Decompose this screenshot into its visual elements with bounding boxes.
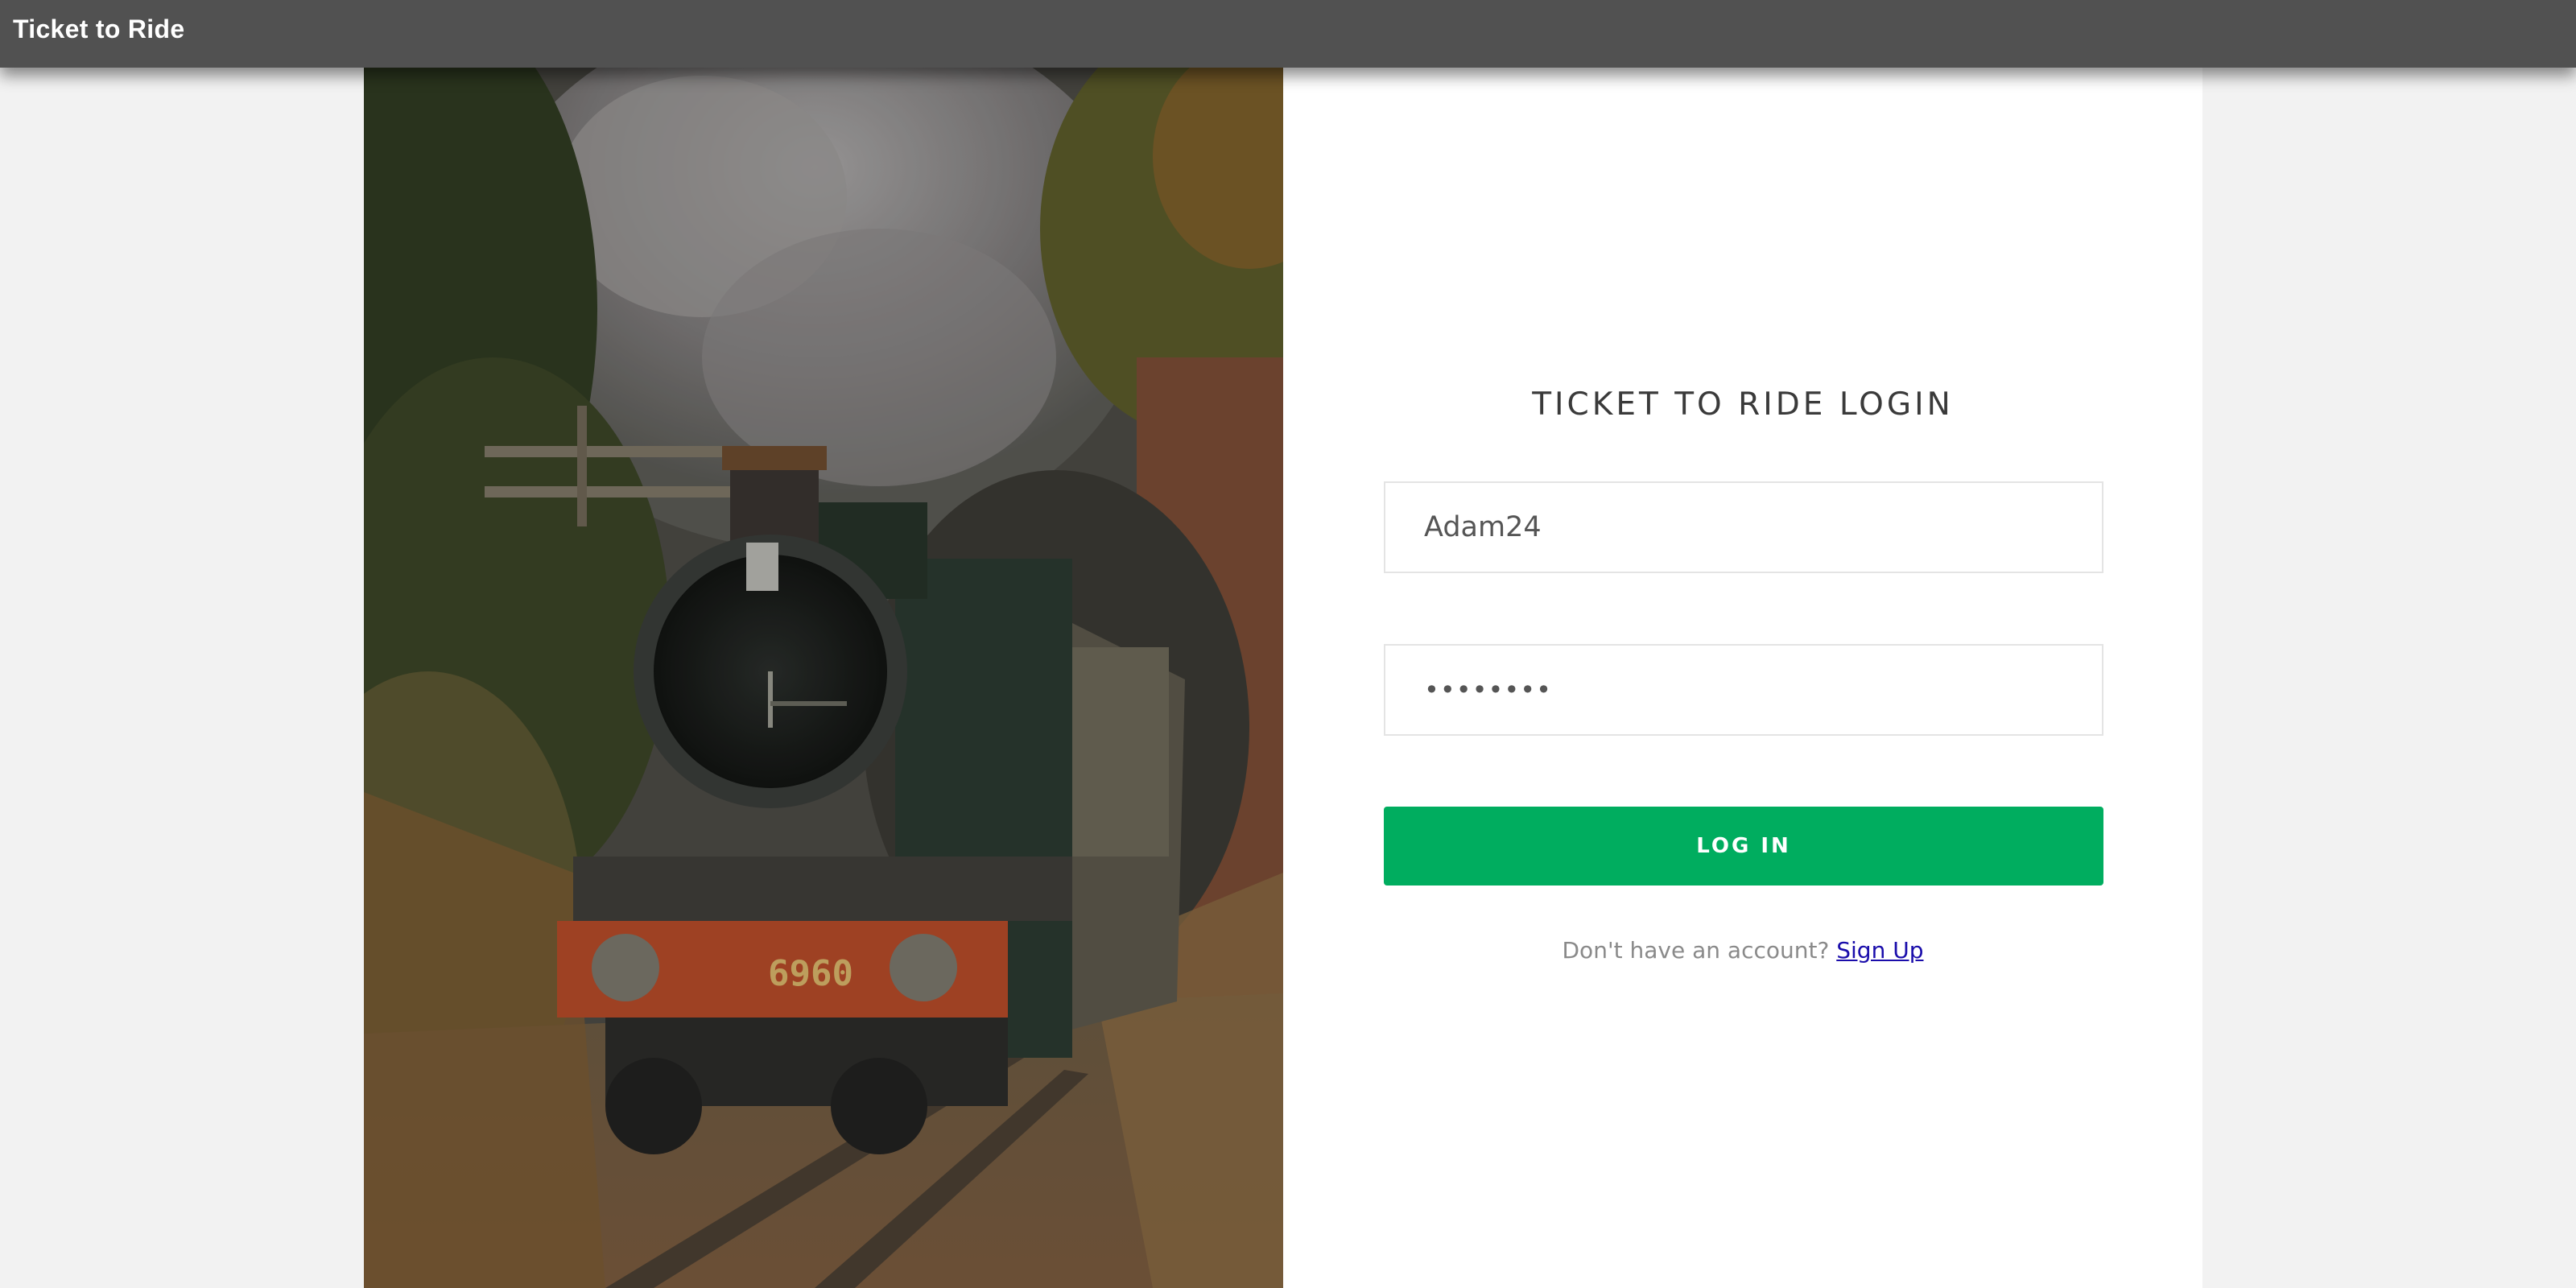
login-card: 6960 TICKET TO RIDE LOGIN LOG IN Don't h… xyxy=(364,68,2202,1288)
username-input[interactable] xyxy=(1384,481,2103,573)
login-button[interactable]: LOG IN xyxy=(1384,807,2103,886)
signup-link[interactable]: Sign Up xyxy=(1836,937,1923,964)
login-heading: TICKET TO RIDE LOGIN xyxy=(1532,386,1954,423)
steam-train-photo: 6960 xyxy=(364,68,1283,1288)
signup-prompt: Don't have an account? xyxy=(1562,937,1830,964)
app-title[interactable]: Ticket to Ride xyxy=(13,14,184,44)
signup-row: Don't have an account? Sign Up xyxy=(1283,937,2202,964)
password-input[interactable] xyxy=(1384,644,2103,736)
top-navbar: Ticket to Ride xyxy=(0,0,2576,68)
login-panel: TICKET TO RIDE LOGIN LOG IN Don't have a… xyxy=(1283,68,2202,1288)
